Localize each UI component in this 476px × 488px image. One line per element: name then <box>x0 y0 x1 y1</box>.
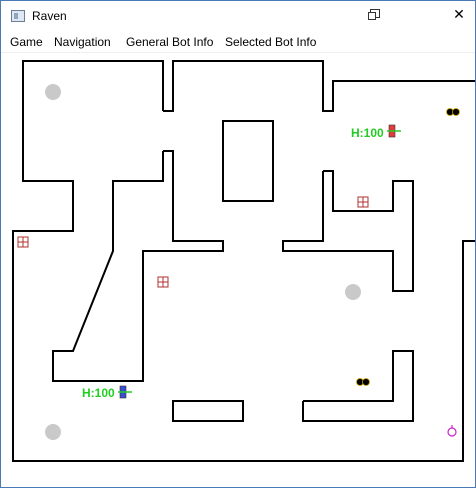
bot-blue <box>118 385 132 399</box>
window-title: Raven <box>32 9 67 23</box>
bot-blue-health: H:100 <box>82 386 115 400</box>
menu-general-bot-info[interactable]: General Bot Info <box>126 35 213 49</box>
bot-red <box>387 124 401 138</box>
spawn-point <box>45 424 61 440</box>
close-icon[interactable]: ✕ <box>452 7 466 21</box>
wall <box>222 120 274 202</box>
game-arena[interactable]: H:100 H:100 <box>1 53 475 487</box>
title-bar[interactable]: Raven ✕ <box>1 1 475 32</box>
health-pack <box>17 236 29 248</box>
health-pack <box>157 276 169 288</box>
target-marker <box>447 425 457 437</box>
weapon-pickup <box>356 378 370 386</box>
restore-icon[interactable] <box>367 7 381 21</box>
health-pack <box>357 196 369 208</box>
raven-window: Raven ✕ Game Navigation General Bot Info… <box>0 0 476 488</box>
wall <box>172 400 244 422</box>
menu-navigation[interactable]: Navigation <box>54 35 111 49</box>
spawn-point <box>45 84 61 100</box>
wall <box>52 150 224 382</box>
bot-red-health: H:100 <box>351 126 384 140</box>
raven-app-icon <box>11 10 25 22</box>
weapon-pickup <box>446 108 460 116</box>
walls <box>12 60 475 462</box>
weapon-pickups <box>356 108 460 386</box>
arena-map <box>12 60 475 462</box>
wall <box>163 60 475 112</box>
menu-selected-bot-info[interactable]: Selected Bot Info <box>225 35 316 49</box>
spawn-point <box>345 284 361 300</box>
wall <box>282 170 414 292</box>
wall <box>302 350 414 422</box>
menu-bar: Game Navigation General Bot Info Selecte… <box>1 32 475 53</box>
menu-game[interactable]: Game <box>10 35 43 49</box>
